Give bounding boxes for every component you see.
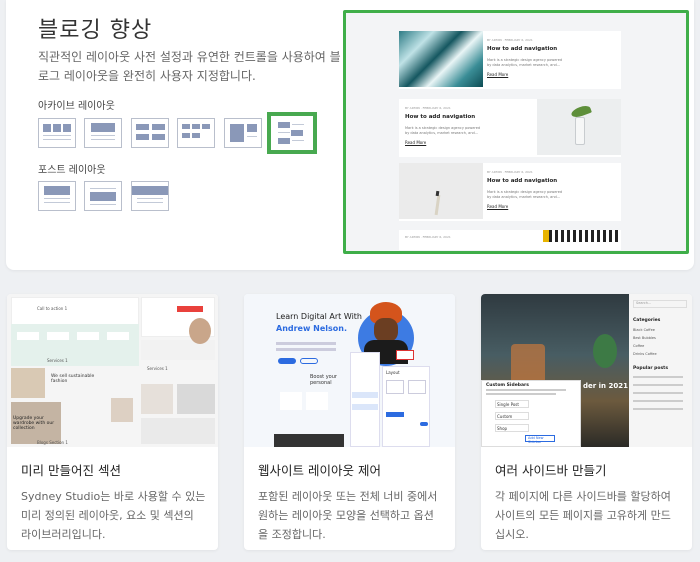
feature-card-sidebars: der in 2021 Custom Sidebars Single Post … (481, 294, 692, 550)
post-layout-1[interactable] (38, 181, 76, 211)
archive-layout-5[interactable] (224, 118, 262, 148)
post-excerpt: Mark is a strategic design agency powere… (487, 190, 563, 199)
post-meta: BY ADMIN · FEBRUARY 6, 2021 (405, 106, 451, 110)
post-title: How to add navigation (487, 46, 558, 52)
post-excerpt: Mark is a strategic design agency powere… (487, 58, 563, 67)
archive-layout-6-selected[interactable] (267, 112, 317, 154)
read-more-link[interactable]: Read More (405, 140, 426, 145)
blog-layout-preview: BY ADMIN · FEBRUARY 6, 2021 How to add n… (343, 10, 689, 254)
feature-description: Sydney Studio는 바로 사용할 수 있는 미리 정의된 레이아웃, … (21, 490, 206, 541)
section-title: 블로깅 향상 (38, 18, 153, 43)
post-image-pencil (399, 163, 483, 219)
post-layout-3[interactable] (131, 181, 169, 211)
archive-layout-2[interactable] (84, 118, 122, 148)
post-image-plant (537, 99, 621, 155)
post-layout-label: 포스트 레이아웃 (38, 165, 106, 176)
read-more-link[interactable]: Read More (487, 72, 508, 77)
archive-layout-1[interactable] (38, 118, 76, 148)
feature-title: 웹사이트 레이아웃 제어 (258, 463, 381, 478)
post-title: How to add navigation (405, 114, 476, 120)
archive-layout-4[interactable] (177, 118, 215, 148)
post-layout-2[interactable] (84, 181, 122, 211)
feature-screenshot-sections: Call to action 1 Services 1 We sell sust… (7, 294, 218, 447)
post-meta: BY ADMIN · FEBRUARY 6, 2021 (487, 170, 533, 174)
post-excerpt: Mark is a strategic design agency powere… (405, 126, 481, 135)
feature-card-sections: Call to action 1 Services 1 We sell sust… (7, 294, 218, 550)
feature-screenshot-layout: Learn Digital Art With Andrew Nelson. Bo… (244, 294, 455, 447)
preview-post-card: BY ADMIN · FEBRUARY 6, 2021 How to add n… (399, 99, 621, 157)
section-description: 직관적인 레이아웃 사전 설정과 유연한 컨트롤을 사용하여 블로그 레이아웃을… (38, 50, 341, 83)
feature-description: 각 페이지에 다른 사이드바를 할당하여 사이트의 모든 페이지를 고유하게 만… (495, 490, 671, 541)
feature-card-layout-control: Learn Digital Art With Andrew Nelson. Bo… (244, 294, 455, 550)
preview-post-card: BY ADMIN · FEBRUARY 6, 2021 (399, 230, 621, 250)
feature-description: 포함된 레이아웃 또는 전체 너비 중에서 원하는 레이아웃 모양을 선택하고 … (258, 490, 438, 541)
feature-title: 미리 만들어진 섹션 (21, 463, 121, 478)
archive-layout-3[interactable] (131, 118, 169, 148)
archive-layout-label: 아카이브 레이아웃 (38, 101, 115, 112)
feature-title: 여러 사이드바 만들기 (495, 463, 607, 478)
post-meta: BY ADMIN · FEBRUARY 6, 2021 (487, 38, 533, 42)
preview-post-card: BY ADMIN · FEBRUARY 6, 2021 How to add n… (399, 163, 621, 221)
preview-post-card: BY ADMIN · FEBRUARY 6, 2021 How to add n… (399, 31, 621, 89)
post-meta: BY ADMIN · FEBRUARY 6, 2021 (405, 235, 451, 239)
post-title: How to add navigation (487, 178, 558, 184)
read-more-link[interactable]: Read More (487, 204, 508, 209)
feature-screenshot-sidebars: der in 2021 Custom Sidebars Single Post … (481, 294, 692, 447)
post-image (399, 31, 483, 87)
